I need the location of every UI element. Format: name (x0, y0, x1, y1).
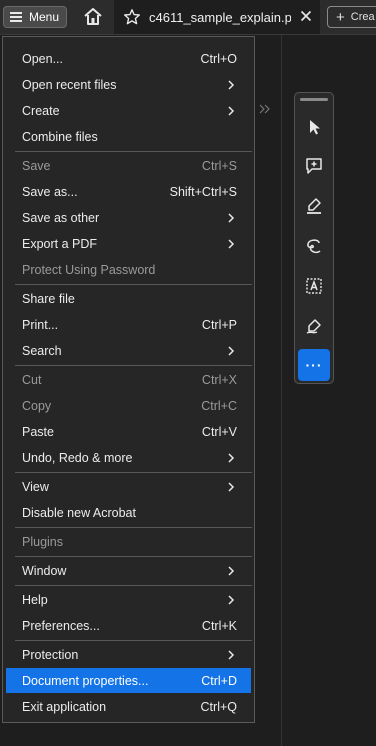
menu-item-print[interactable]: Print... Ctrl+P (6, 312, 251, 337)
menu-item-view[interactable]: View (6, 474, 251, 499)
text-select-icon (306, 278, 322, 294)
create-button[interactable]: + Crea (327, 6, 376, 28)
menu-item-save-as-other[interactable]: Save as other (6, 205, 251, 230)
menu-item-search[interactable]: Search (6, 338, 251, 363)
comment-tool-button[interactable] (298, 150, 330, 182)
more-tools-button[interactable]: ··· (298, 349, 330, 381)
menu-separator (15, 365, 252, 366)
hamburger-icon (10, 12, 22, 22)
freehand-draw-icon (307, 239, 321, 254)
menu-item-document-properties[interactable]: Document properties... Ctrl+D (6, 668, 251, 693)
more-tools-icon: ··· (305, 357, 323, 373)
text-select-tool-button[interactable] (298, 270, 330, 302)
menu-item-paste[interactable]: Paste Ctrl+V (6, 419, 251, 444)
collapse-icon[interactable] (258, 104, 270, 114)
top-bar: Menu c4611_sample_explain.p... + Crea (0, 0, 376, 35)
add-comment-icon (306, 158, 322, 174)
menu-item-create[interactable]: Create (6, 98, 251, 123)
chevron-right-icon (228, 594, 235, 605)
chevron-right-icon (228, 565, 235, 576)
pane-divider (281, 35, 282, 746)
highlight-tool-button[interactable] (298, 190, 330, 222)
create-button-label: Crea (350, 11, 375, 23)
menu-separator (15, 472, 252, 473)
menu-separator (15, 151, 252, 152)
menu-item-combine-files[interactable]: Combine files (6, 124, 251, 149)
menu-item-plugins[interactable]: Plugins (6, 529, 251, 554)
menu-item-help[interactable]: Help (6, 587, 251, 612)
menu-item-protect-password[interactable]: Protect Using Password (6, 257, 251, 282)
highlight-pen-icon (307, 198, 321, 214)
select-cursor-icon (310, 120, 320, 135)
star-icon[interactable] (123, 8, 141, 26)
sign-tool-button[interactable] (298, 310, 330, 342)
menu-item-save[interactable]: Save Ctrl+S (6, 153, 251, 178)
tab-title: c4611_sample_explain.p... (149, 9, 291, 25)
menu-separator (15, 284, 252, 285)
menu-item-open[interactable]: Open... Ctrl+O (6, 46, 251, 71)
menu-item-save-as[interactable]: Save as... Shift+Ctrl+S (6, 179, 251, 204)
menu-separator (15, 640, 252, 641)
menu-separator (15, 527, 252, 528)
menu-separator (15, 556, 252, 557)
menu-button[interactable]: Menu (3, 6, 67, 28)
plus-icon: + (336, 8, 345, 26)
menu-item-exit-application[interactable]: Exit application Ctrl+Q (6, 694, 251, 719)
chevron-right-icon (228, 238, 235, 249)
menu-item-disable-new-acrobat[interactable]: Disable new Acrobat (6, 500, 251, 525)
chevron-right-icon (228, 481, 235, 492)
menu-button-label: Menu (29, 10, 60, 24)
select-tool-button[interactable] (298, 111, 330, 143)
menu-item-undo-redo[interactable]: Undo, Redo & more (6, 445, 251, 470)
draw-tool-button[interactable] (298, 230, 330, 262)
menu-item-copy[interactable]: Copy Ctrl+C (6, 393, 251, 418)
chevron-right-icon (228, 79, 235, 90)
menu-item-share-file[interactable]: Share file (6, 286, 251, 311)
quick-tools-toolbar: ··· (294, 92, 334, 384)
chevron-right-icon (228, 105, 235, 116)
close-icon[interactable] (298, 8, 314, 24)
menu-item-preferences[interactable]: Preferences... Ctrl+K (6, 613, 251, 638)
menu-item-cut[interactable]: Cut Ctrl+X (6, 367, 251, 392)
menu-separator (15, 585, 252, 586)
sign-icon (306, 319, 321, 334)
chevron-right-icon (228, 212, 235, 223)
chevron-right-icon (228, 345, 235, 356)
chevron-right-icon (228, 452, 235, 463)
main-menu-dropdown: Open... Ctrl+O Open recent files Create C… (2, 36, 255, 723)
toolbar-grip[interactable] (300, 98, 328, 101)
menu-item-export-pdf[interactable]: Export a PDF (6, 231, 251, 256)
chevron-right-icon (228, 649, 235, 660)
menu-item-window[interactable]: Window (6, 558, 251, 583)
home-icon[interactable] (82, 7, 104, 27)
menu-item-open-recent[interactable]: Open recent files (6, 72, 251, 97)
document-tab[interactable]: c4611_sample_explain.p... (114, 0, 320, 34)
menu-item-protection[interactable]: Protection (6, 642, 251, 667)
